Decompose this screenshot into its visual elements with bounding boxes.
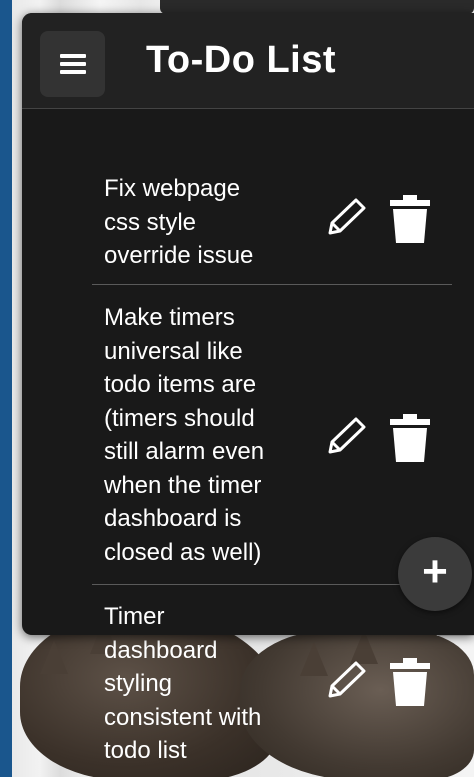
- plus-icon: +: [422, 547, 448, 596]
- background-top-shape: [160, 0, 474, 14]
- add-todo-button[interactable]: +: [398, 537, 472, 611]
- trash-icon[interactable]: [388, 195, 432, 243]
- pencil-icon[interactable]: [324, 660, 368, 702]
- trash-icon[interactable]: [388, 658, 432, 706]
- panel-header: To-Do List: [22, 13, 474, 109]
- hamburger-menu-icon: [59, 54, 86, 74]
- todo-item-1-text: Fix webpage css style override issue: [104, 175, 254, 269]
- pencil-icon[interactable]: [324, 197, 368, 239]
- background-shape: [40, 640, 68, 674]
- menu-button[interactable]: [40, 31, 105, 97]
- todo-item-2-text: Make timers universal like todo items ar…: [104, 304, 265, 566]
- pencil-icon[interactable]: [324, 416, 368, 458]
- page-title: To-Do List: [146, 39, 337, 81]
- trash-icon[interactable]: [388, 414, 432, 462]
- todo-panel: To-Do List Fix webpage css style overrid…: [22, 13, 474, 635]
- todo-item-3-first-line: Timer: [104, 603, 165, 630]
- background-shape: [350, 630, 378, 664]
- background-left-strip: [0, 0, 12, 777]
